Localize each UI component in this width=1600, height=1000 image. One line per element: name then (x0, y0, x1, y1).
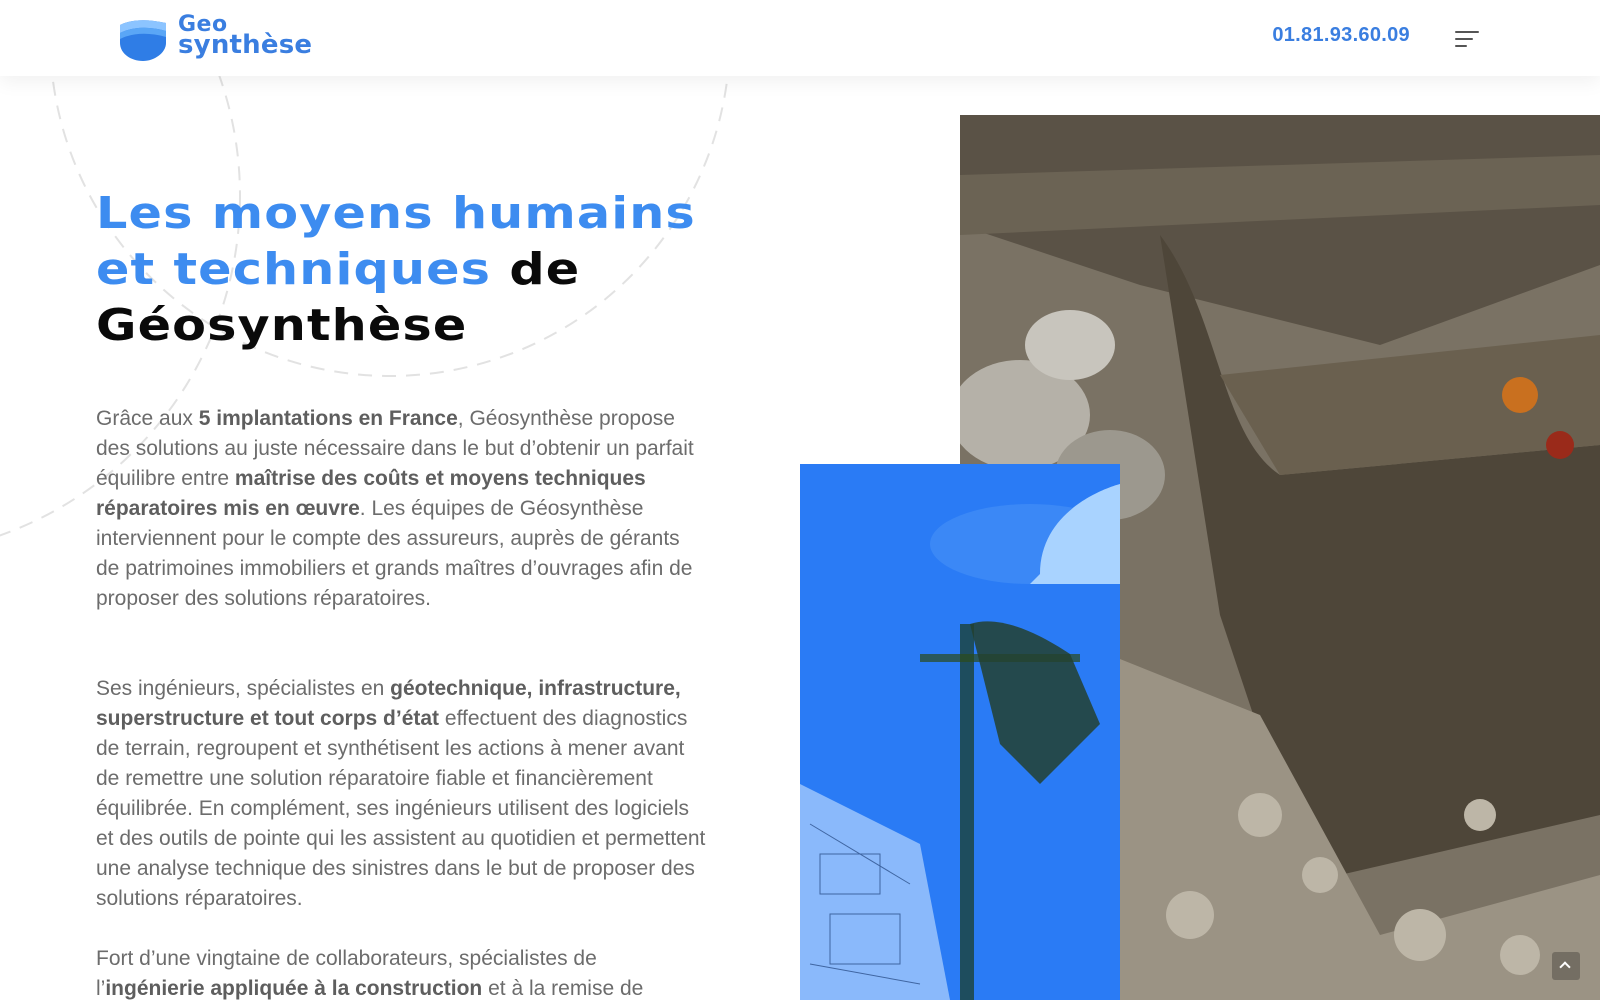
p2-text-2: effectuent des diagnostics de terrain, r… (96, 707, 706, 910)
chevron-up-icon (1559, 961, 1571, 973)
geosynthese-logo[interactable]: Geo synthèse (118, 14, 338, 64)
page-title: Les moyens humains et techniques de Géos… (96, 186, 723, 354)
title-company: Géosynthèse (96, 300, 468, 351)
p1-bold-1: 5 implantations en France (198, 407, 458, 430)
p1-text-1: Grâce aux (96, 407, 199, 430)
p2-text-1: Ses ingénieurs, spécialistes en (96, 677, 391, 700)
engineer-illustration (800, 464, 1120, 1000)
scroll-to-top-button[interactable] (1552, 952, 1580, 980)
p3-bold-1: ingénierie appliquée à la construction (105, 977, 483, 1000)
hamburger-menu-icon[interactable] (1455, 28, 1479, 48)
paragraph-implantations: Grâce aux 5 implantations en France, Géo… (96, 404, 706, 614)
title-highlight: Les moyens humains et techniques (96, 188, 696, 295)
paragraph-ingenieurs: Ses ingénieurs, spécialistes en géotechn… (96, 674, 706, 914)
logo-mark-icon (120, 20, 166, 61)
title-word-de: de (509, 244, 581, 295)
phone-link[interactable]: 01.81.93.60.09 (1272, 24, 1410, 47)
engineer-photo (800, 464, 1120, 1000)
paragraph-collaborateurs: Fort d’une vingtaine de collaborateurs, … (96, 944, 706, 1000)
logo-wordmark: Geo synthèse (178, 14, 313, 60)
site-header: Geo synthèse 01.81.93.60.09 (0, 0, 1600, 76)
intro-section: Les moyens humains et techniques de Géos… (96, 186, 716, 1000)
logo-line-2: synthèse (178, 30, 313, 60)
p3-text-2: et à la remise de (482, 977, 644, 1000)
